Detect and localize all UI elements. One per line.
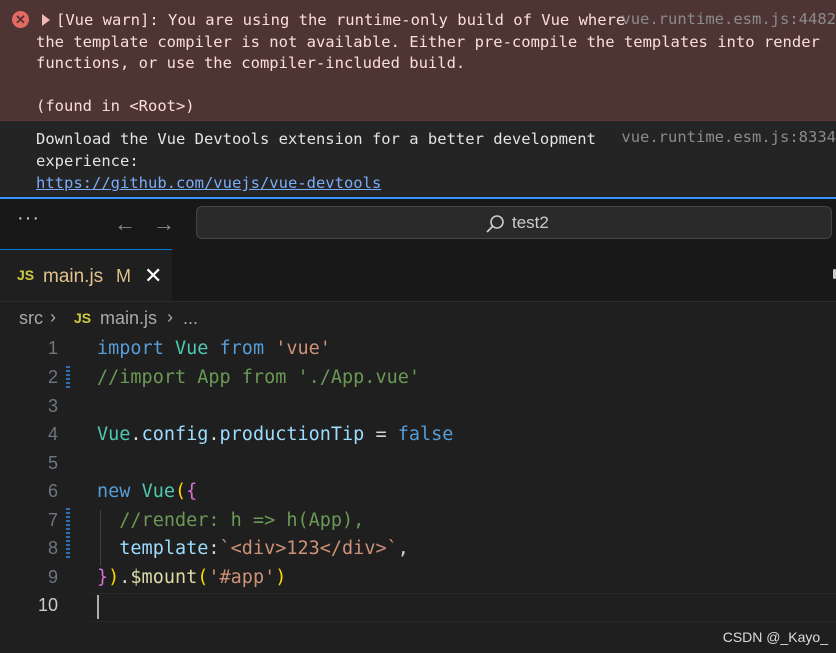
ellipsis-icon[interactable]: ··· — [17, 207, 40, 230]
gutter-modified-marker[interactable] — [66, 508, 70, 560]
info-text: Download the Vue Devtools extension for … — [36, 130, 596, 192]
javascript-file-icon: JS — [74, 310, 92, 326]
editor-tab-bar: JS main.js M ✕ — [0, 249, 836, 302]
code-line: }).$mount('#app') — [97, 567, 287, 588]
console-info-message: Download the Vue Devtools extension for … — [0, 121, 836, 197]
line-number: 9 — [47, 567, 58, 587]
line-number: 3 — [47, 396, 58, 416]
text-cursor — [97, 595, 99, 619]
breadcrumb-folder-src[interactable]: src — [19, 308, 43, 329]
tab-label: main.js — [43, 266, 104, 287]
gutter-modified-marker[interactable] — [66, 366, 70, 390]
line-number: 5 — [47, 453, 58, 473]
warning-source-link[interactable]: vue.runtime.esm.js:4482 — [621, 10, 836, 28]
devtools-console: ✕ [Vue warn]: You are using the runtime-… — [0, 0, 836, 197]
code-editor[interactable]: 1 2 3 4 5 6 7 8 9 10 import Vue from 'vu… — [0, 336, 836, 653]
line-number: 4 — [47, 424, 58, 444]
javascript-file-icon: JS — [17, 267, 35, 283]
arrow-left-icon[interactable]: ← — [114, 211, 136, 237]
close-icon[interactable]: ✕ — [144, 263, 162, 289]
line-number: 2 — [47, 367, 58, 387]
error-icon: ✕ — [12, 11, 29, 28]
breadcrumb: src › JS main.js › ... — [0, 302, 836, 336]
console-warning-message[interactable]: ✕ [Vue warn]: You are using the runtime-… — [0, 0, 836, 121]
devtools-link[interactable]: https://github.com/vuejs/vue-devtools — [36, 174, 381, 192]
line-number: 7 — [47, 510, 58, 530]
arrow-right-icon[interactable]: → — [153, 211, 175, 237]
breadcrumb-file[interactable]: main.js — [100, 308, 157, 329]
line-number: 1 — [47, 338, 58, 358]
line-number: 6 — [47, 481, 58, 501]
code-line: //import App from './App.vue' — [97, 367, 421, 388]
code-line: //render: h => h(App), — [119, 510, 365, 531]
current-line-highlight — [92, 593, 836, 622]
title-bar: ··· ← → test2 — [0, 199, 836, 249]
watermark: CSDN @_Kayo_ — [722, 629, 828, 645]
info-source-link[interactable]: vue.runtime.esm.js:8334 — [621, 128, 836, 146]
breadcrumb-more[interactable]: ... — [183, 308, 198, 329]
search-icon — [486, 215, 504, 233]
modified-badge: M — [116, 266, 131, 286]
chevron-right-icon: › — [167, 307, 173, 327]
code-line: new Vue({ — [97, 481, 198, 502]
code-line: template:`<div>123</div>`, — [119, 538, 409, 559]
code-line: import Vue from 'vue' — [97, 338, 331, 359]
chevron-right-icon: › — [50, 307, 56, 327]
line-number-active: 10 — [37, 595, 58, 615]
tab-main-js[interactable]: JS main.js M ✕ — [0, 249, 172, 301]
command-center-search[interactable]: test2 — [196, 206, 832, 239]
code-line: Vue.config.productionTip = false — [97, 424, 454, 445]
line-number: 8 — [47, 538, 58, 558]
search-label: test2 — [512, 213, 549, 232]
